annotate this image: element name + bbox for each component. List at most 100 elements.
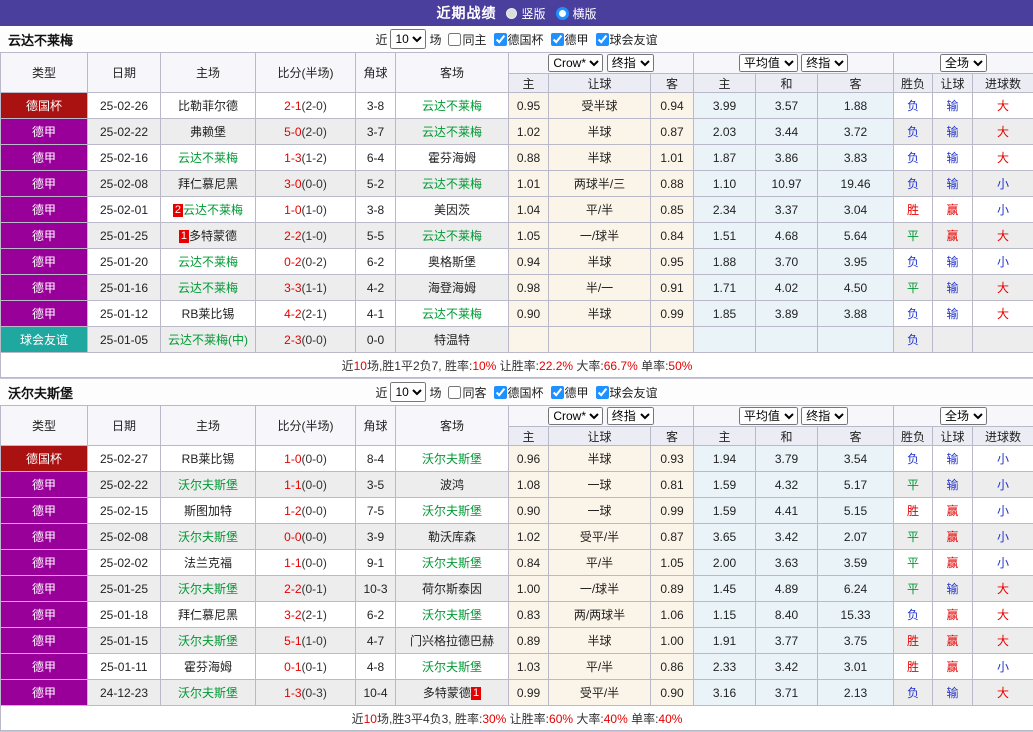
avg-home xyxy=(694,327,756,353)
avg-select[interactable]: 平均值 xyxy=(739,54,798,72)
avg-draw: 8.40 xyxy=(756,602,818,628)
score-cell: 2-1(2-0) xyxy=(256,93,356,119)
team-link[interactable]: 斯图加特 xyxy=(184,504,232,518)
avg-stage-select[interactable]: 终指 xyxy=(801,54,848,72)
avg-stage-select[interactable]: 终指 xyxy=(801,407,848,425)
team-section-1: 沃尔夫斯堡 近 10 场 同客 德国杯德甲球会友谊 类型 日期 主场 比分(半场… xyxy=(0,379,1033,732)
corner-score: 6-2 xyxy=(356,602,396,628)
scope-select[interactable]: 全场 xyxy=(940,54,987,72)
result-goals: 大 xyxy=(973,680,1033,706)
avg-home: 1.10 xyxy=(694,171,756,197)
team-link[interactable]: 沃尔夫斯堡 xyxy=(178,634,238,648)
team-link[interactable]: 霍芬海姆 xyxy=(184,660,232,674)
games-count-select[interactable]: 10 xyxy=(390,29,426,49)
odds-stage-select[interactable]: 终指 xyxy=(607,407,654,425)
odds-away: 0.86 xyxy=(651,654,694,680)
team-link[interactable]: 多特蒙德 xyxy=(423,686,471,700)
home-team: 比勒菲尔德 xyxy=(161,93,256,119)
team-filter-bar: 云达不莱梅 近 10 场 同主 德国杯德甲球会友谊 xyxy=(0,26,1033,52)
avg-home: 2.34 xyxy=(694,197,756,223)
col-result-wdl: 胜负 xyxy=(894,427,933,446)
result-goals: 小 xyxy=(973,498,1033,524)
team-link[interactable]: 拜仁慕尼黑 xyxy=(178,177,238,191)
team-link[interactable]: RB莱比锡 xyxy=(182,452,235,466)
team-link[interactable]: 沃尔夫斯堡 xyxy=(178,582,238,596)
layout-radio-horizontal[interactable]: 横版 xyxy=(556,5,597,22)
team-link[interactable]: 奥格斯堡 xyxy=(428,255,476,269)
team-link[interactable]: 沃尔夫斯堡 xyxy=(422,452,482,466)
team-link[interactable]: 云达不莱梅 xyxy=(422,177,482,191)
odds-provider-select[interactable]: Crow* xyxy=(548,407,603,425)
team-link[interactable]: 沃尔夫斯堡 xyxy=(178,530,238,544)
col-corner: 角球 xyxy=(356,406,396,446)
team-link[interactable]: 勒沃库森 xyxy=(428,530,476,544)
team-link[interactable]: 沃尔夫斯堡 xyxy=(178,478,238,492)
away-team: 荷尔斯泰因 xyxy=(396,576,509,602)
odds-home: 1.02 xyxy=(509,524,549,550)
team-link[interactable]: 云达不莱梅 xyxy=(422,125,482,139)
team-link[interactable]: 云达不莱梅 xyxy=(178,255,238,269)
odds-handicap: 一球 xyxy=(549,472,651,498)
team-link[interactable]: 霍芬海姆 xyxy=(428,151,476,165)
odds-stage-select[interactable]: 终指 xyxy=(607,54,654,72)
team-link[interactable]: 荷尔斯泰因 xyxy=(422,582,482,596)
col-home: 主场 xyxy=(161,406,256,446)
games-count-select[interactable]: 10 xyxy=(390,382,426,402)
col-odds-home: 主 xyxy=(509,427,549,446)
team-link[interactable]: 特温特 xyxy=(434,333,470,347)
avg-select[interactable]: 平均值 xyxy=(739,407,798,425)
match-type: 德甲 xyxy=(1,680,88,706)
team-link[interactable]: 沃尔夫斯堡 xyxy=(422,660,482,674)
same-venue-checkbox[interactable]: 同客 xyxy=(444,384,486,401)
league-checkbox-2[interactable]: 球会友谊 xyxy=(592,384,658,401)
team-link[interactable]: 多特蒙德 xyxy=(189,229,237,243)
team-link[interactable]: RB莱比锡 xyxy=(182,307,235,321)
result-wdl: 平 xyxy=(894,550,933,576)
team-link[interactable]: 沃尔夫斯堡 xyxy=(178,686,238,700)
games-label: 场 xyxy=(429,384,441,401)
odds-away: 0.99 xyxy=(651,301,694,327)
team-link[interactable]: 波鸿 xyxy=(440,478,464,492)
odds-away: 1.06 xyxy=(651,602,694,628)
layout-radio-vertical[interactable]: 竖版 xyxy=(506,5,545,22)
same-venue-checkbox[interactable]: 同主 xyxy=(444,31,486,48)
team-link[interactable]: 沃尔夫斯堡 xyxy=(422,504,482,518)
odds-away: 0.99 xyxy=(651,498,694,524)
avg-home: 1.59 xyxy=(694,472,756,498)
team-link[interactable]: 法兰克福 xyxy=(184,556,232,570)
team-link[interactable]: 比勒菲尔德 xyxy=(178,99,238,113)
team-link[interactable]: 美因茨 xyxy=(434,203,470,217)
odds-away: 0.95 xyxy=(651,249,694,275)
match-row: 德甲 25-02-08 沃尔夫斯堡 0-0(0-0) 3-9 勒沃库森 1.02… xyxy=(1,524,1033,550)
team-link[interactable]: 沃尔夫斯堡 xyxy=(422,608,482,622)
league-checkbox-1[interactable]: 德甲 xyxy=(547,31,589,48)
team-link[interactable]: 沃尔夫斯堡 xyxy=(422,556,482,570)
match-row: 德国杯 25-02-26 比勒菲尔德 2-1(2-0) 3-8 云达不莱梅 0.… xyxy=(1,93,1033,119)
result-handicap: 输 xyxy=(933,145,973,171)
match-row: 德甲 25-01-12 RB莱比锡 4-2(2-1) 4-1 云达不莱梅 0.9… xyxy=(1,301,1033,327)
league-checkbox-0[interactable]: 德国杯 xyxy=(490,384,544,401)
match-date: 25-01-18 xyxy=(88,602,161,628)
scope-select[interactable]: 全场 xyxy=(940,407,987,425)
team-link[interactable]: 门兴格拉德巴赫 xyxy=(410,634,494,648)
team-link[interactable]: 云达不莱梅 xyxy=(422,229,482,243)
team-link[interactable]: 云达不莱梅 xyxy=(422,99,482,113)
league-checkbox-1[interactable]: 德甲 xyxy=(547,384,589,401)
league-checkbox-2[interactable]: 球会友谊 xyxy=(592,31,658,48)
team-link[interactable]: 云达不莱梅 xyxy=(183,203,243,217)
odds-provider-select[interactable]: Crow* xyxy=(548,54,603,72)
score-cell: 2-2(0-1) xyxy=(256,576,356,602)
away-team: 美因茨 xyxy=(396,197,509,223)
team-link[interactable]: 云达不莱梅 xyxy=(178,281,238,295)
team-link[interactable]: 拜仁慕尼黑 xyxy=(178,608,238,622)
result-wdl: 胜 xyxy=(894,654,933,680)
league-checkbox-0[interactable]: 德国杯 xyxy=(490,31,544,48)
team-link[interactable]: 弗赖堡 xyxy=(190,125,226,139)
team-link[interactable]: 云达不莱梅(中) xyxy=(168,333,248,347)
games-label: 场 xyxy=(429,31,441,48)
team-link[interactable]: 云达不莱梅 xyxy=(178,151,238,165)
team-link[interactable]: 海登海姆 xyxy=(428,281,476,295)
result-goals: 大 xyxy=(973,628,1033,654)
result-handicap: 赢 xyxy=(933,654,973,680)
team-link[interactable]: 云达不莱梅 xyxy=(422,307,482,321)
